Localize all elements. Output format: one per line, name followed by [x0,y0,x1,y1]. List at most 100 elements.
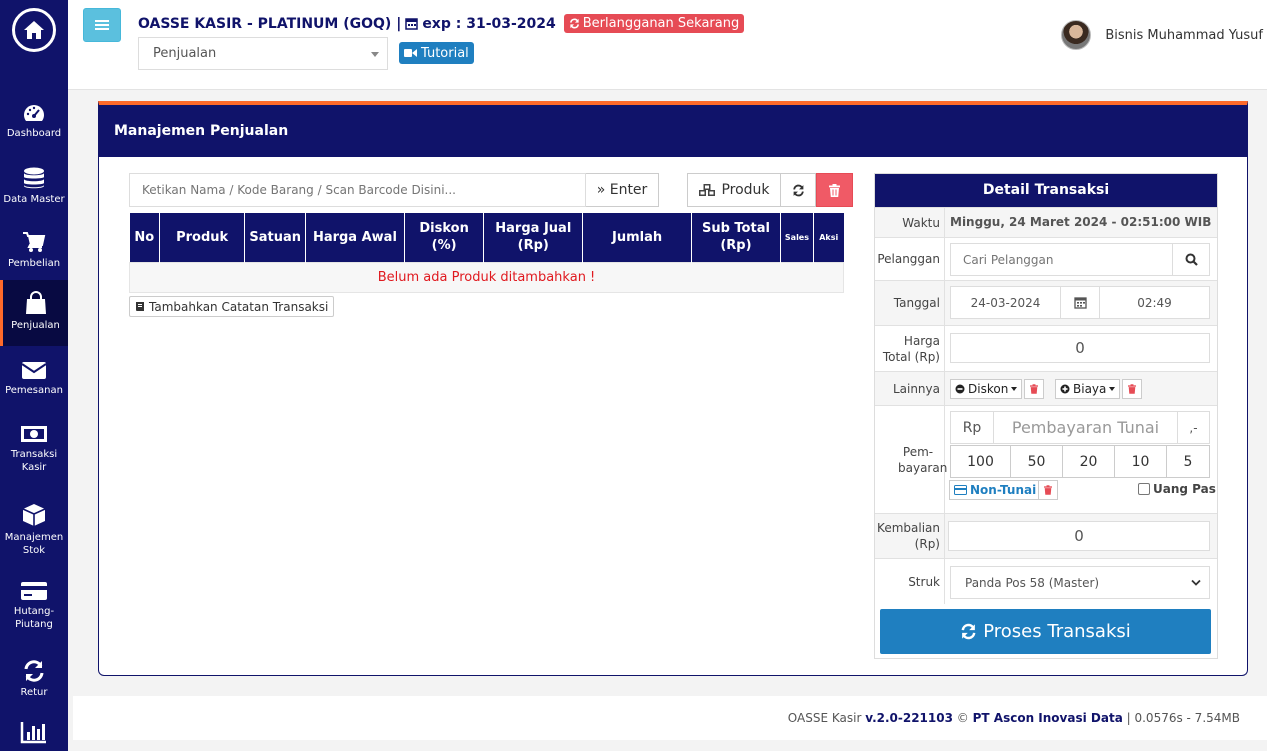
jam-input[interactable]: 02:49 [1099,286,1210,319]
diskon-delete-button[interactable] [1024,379,1044,399]
calendar-icon [1073,297,1087,309]
product-search: » Enter [129,173,659,207]
biaya-button[interactable]: Biaya [1055,379,1121,399]
row-struk: Struk Panda Pos 58 (Master) [875,558,1217,604]
trash-icon [829,183,840,197]
plus-circle-icon [1060,384,1070,394]
non-tunai-button[interactable]: Non-Tunai [949,480,1042,500]
sidebar-item-transaksi-kasir[interactable]: Transaksi Kasir [0,417,68,481]
sidebar-item-label: Transaksi Kasir [10,449,58,473]
subscribe-button[interactable]: Berlangganan Sekarang [563,14,745,33]
row-waktu: Waktu Minggu, 24 Maret 2024 - 02:51:00 W… [875,207,1217,237]
pelanggan-label: Pelanggan [875,238,945,280]
row-pelanggan: Pelanggan [875,237,1217,280]
video-camera-icon [404,49,417,57]
refresh-icon [24,660,44,682]
database-icon [24,167,44,189]
sidebar-item-manajemen-stok[interactable]: Manajemen Stok [0,496,68,560]
struk-select[interactable]: Panda Pos 58 (Master) [950,566,1210,599]
detail-title: Detail Transaksi [875,174,1217,207]
struk-value: Panda Pos 58 (Master) [965,575,1100,590]
hamburger-icon [95,20,109,30]
quick-amount-20[interactable]: 20 [1062,445,1115,478]
sidebar-item-pembelian[interactable]: Pembelian [0,224,68,288]
sidebar-item-data-master[interactable]: Data Master [0,160,68,224]
clear-items-button[interactable] [816,173,853,207]
minus-circle-icon [955,384,965,394]
uang-pas-option[interactable]: Uang Pas [1138,482,1216,496]
sidebar: Dashboard Data Master Pembelian Penjuala… [0,0,68,751]
pembayaran-input[interactable]: Pembayaran Tunai [993,411,1178,444]
uang-pas-checkbox[interactable] [1138,483,1150,495]
proses-transaksi-button[interactable]: Proses Transaksi [880,609,1211,654]
sidebar-item-pemesanan[interactable]: Pemesanan [0,353,68,417]
module-select[interactable]: Penjualan [138,37,388,70]
cart-icon [23,232,46,252]
add-note-button[interactable]: Tambahkan Catatan Transaksi [129,296,335,317]
table-row: Belum ada Produk ditambahkan ! [129,261,844,293]
enter-button[interactable]: » Enter [586,173,659,207]
product-search-input[interactable] [129,173,586,207]
date-picker-button[interactable] [1060,286,1100,319]
table-header-row: No Produk Satuan Harga Awal Diskon (%) H… [129,213,844,262]
sidebar-item-retur[interactable]: Retur [0,653,68,717]
search-pelanggan-button[interactable] [1172,243,1210,276]
sidebar-item-label: Pemesanan [5,385,63,396]
col-no: No [129,213,160,262]
rp-suffix: ,- [1177,411,1210,444]
tanggal-input[interactable]: 24-03-2024 [950,286,1061,319]
quick-amount-50[interactable]: 50 [1010,445,1063,478]
kembalian-label: Kembalian (Rp) [875,514,945,558]
col-sales: Sales [780,213,815,262]
book-icon [136,302,144,311]
pembayaran-label: Pem-bayaran [875,406,947,513]
app-title: OASSE KASIR - PLATINUM (GOQ) | exp : 31-… [138,14,745,33]
sidebar-item-dashboard[interactable]: Dashboard [0,96,68,160]
col-satuan: Satuan [244,213,306,262]
sales-panel: Manajemen Penjualan » Enter Produk No Pr… [98,101,1248,676]
sidebar-item-laporan[interactable] [0,714,68,751]
diskon-button[interactable]: Diskon [950,379,1023,399]
tanggal-label: Tanggal [875,281,945,325]
struk-label: Struk [875,559,945,604]
add-note-label: Tambahkan Catatan Transaksi [149,299,329,314]
harga-total-field: 0 [950,333,1210,363]
biaya-delete-button[interactable] [1122,379,1142,399]
tutorial-button[interactable]: Tutorial [399,42,474,64]
quick-amount-5[interactable]: 5 [1166,445,1210,478]
quick-amount-100[interactable]: 100 [950,445,1011,478]
avatar [1061,20,1092,50]
pelanggan-input[interactable] [950,243,1173,276]
uang-pas-label: Uang Pas [1153,482,1216,496]
caret-down-icon [1109,387,1116,391]
module-select-value: Penjualan [153,46,217,61]
items-table: No Produk Satuan Harga Awal Diskon (%) H… [129,213,844,293]
non-tunai-delete-button[interactable] [1038,480,1058,500]
refresh-icon [569,18,579,29]
sidebar-item-label: Manajemen Stok [4,532,64,556]
chevron-down-icon [371,52,379,57]
search-icon [1185,253,1198,266]
footer-copyright: © [956,711,969,725]
diskon-label: Diskon [968,382,1009,396]
proses-label: Proses Transaksi [983,621,1131,642]
refresh-icon [792,184,804,196]
row-lainnya: Lainnya Diskon Biaya [875,371,1217,405]
sidebar-item-label: Hutang-Piutang [13,606,55,630]
home-button[interactable] [12,8,56,52]
user-menu[interactable]: Bisnis Muhammad Yusuf [1061,20,1263,50]
menu-toggle-button[interactable] [83,8,121,42]
sidebar-item-hutang-piutang[interactable]: Hutang-Piutang [0,574,68,638]
refresh-button[interactable] [781,173,816,207]
quick-amount-10[interactable]: 10 [1114,445,1167,478]
kembalian-field: 0 [948,521,1210,551]
tutorial-label: Tutorial [421,45,469,61]
credit-card-icon [954,485,967,495]
footer-app: OASSE Kasir [787,711,862,725]
lainnya-label: Lainnya [875,372,945,405]
row-tanggal: Tanggal 24-03-2024 02:49 [875,280,1217,325]
waktu-value: Minggu, 24 Maret 2024 - 02:51:00 WIB [950,215,1212,229]
sidebar-item-penjualan[interactable]: Penjualan [0,280,68,346]
row-kembalian: Kembalian (Rp) 0 [875,513,1217,558]
produk-button[interactable]: Produk [687,173,781,207]
